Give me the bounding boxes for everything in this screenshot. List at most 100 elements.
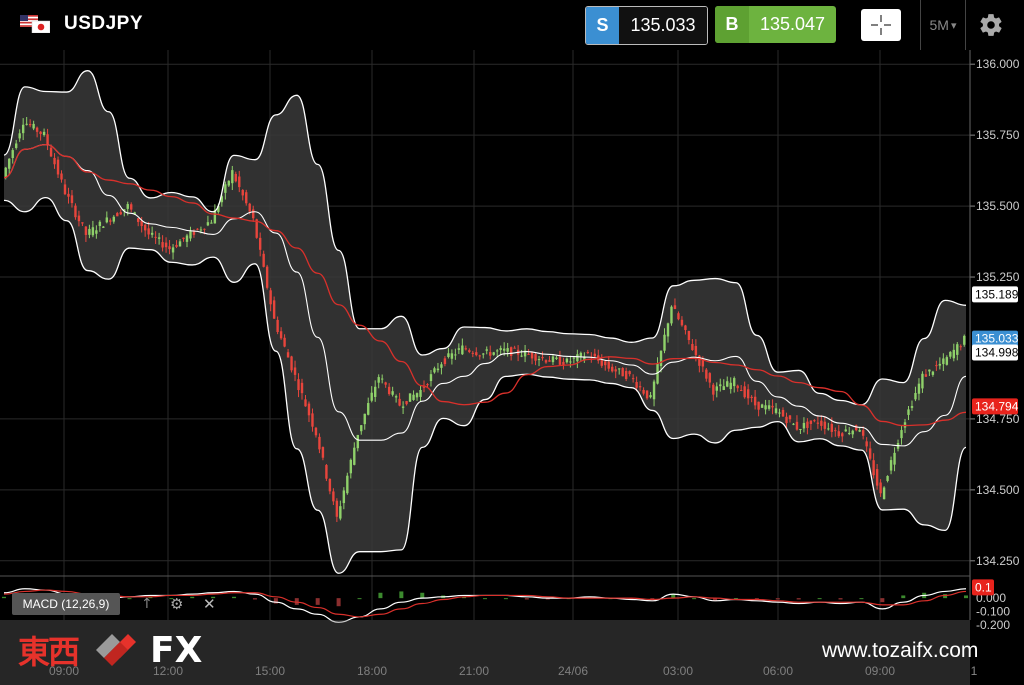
candle-body [827, 428, 830, 430]
macd-histogram-bar [252, 598, 257, 600]
candle-body [719, 384, 722, 387]
candle-body [757, 401, 760, 410]
price-chart[interactable]: 09:00 12:00 15:00 18:00 21:00 24/06 03:00 06:00… [0, 50, 1024, 685]
candle-body [157, 237, 161, 239]
timeframe-dropdown[interactable]: 5M ▾ [920, 0, 966, 50]
macd-histogram-bar [817, 598, 822, 600]
candle-body [509, 347, 513, 356]
macd-histogram-bar [796, 598, 801, 600]
candle-body [809, 420, 813, 424]
candle-body [304, 399, 307, 407]
candle-body [42, 131, 46, 135]
candle-body [109, 220, 112, 222]
candle-body [848, 432, 851, 434]
macd-histogram-bar [2, 596, 6, 599]
candle-body [834, 430, 837, 432]
candle-body [248, 203, 251, 212]
crosshair-button[interactable] [861, 9, 901, 41]
candle-body [353, 447, 356, 465]
candle-body [795, 421, 799, 430]
candle-body [778, 412, 781, 414]
candle-body [750, 396, 753, 399]
candle-body [63, 184, 67, 195]
candle-body [276, 319, 279, 332]
candle-body [733, 378, 736, 387]
macd-histogram-bar [378, 592, 383, 599]
candle-body [293, 367, 297, 375]
sell-button[interactable]: S 135.033 [585, 6, 708, 45]
candle-body [224, 184, 227, 193]
candle-body [21, 124, 25, 134]
candle-body [631, 378, 635, 380]
candle-body [147, 228, 150, 235]
buy-button[interactable]: B 135.047 [715, 6, 836, 43]
y-tick-label: 134.500 [976, 483, 1020, 497]
candle-body [415, 393, 419, 398]
candle-body [537, 359, 541, 361]
candle-body [865, 441, 868, 447]
candle-body [942, 358, 945, 365]
macd-histogram-bar [315, 598, 320, 605]
candle-body [471, 352, 475, 354]
candle-body [265, 266, 269, 288]
candle-body [429, 374, 433, 382]
candle-body [823, 421, 827, 429]
y-tick-label: 134.250 [976, 554, 1020, 568]
candle-body [788, 415, 792, 420]
candle-body [105, 217, 109, 223]
candle-body [461, 345, 464, 355]
macd-histogram-bar [294, 598, 299, 605]
logo-kanji: 東西 [18, 633, 80, 671]
macd-histogram-bar [838, 598, 843, 600]
price-plot-area [0, 50, 970, 575]
candle-body [307, 403, 311, 416]
candle-body [231, 170, 234, 184]
gear-icon[interactable] [978, 12, 1004, 38]
candle-body [206, 222, 210, 226]
close-icon[interactable]: ✕ [203, 595, 216, 613]
candle-body [279, 331, 283, 339]
candle-body [95, 230, 98, 234]
candle-body [572, 357, 576, 359]
candle-body [49, 147, 53, 157]
candle-body [502, 348, 506, 351]
candle-body [551, 356, 555, 363]
candle-body [422, 386, 426, 388]
candle-body [611, 366, 614, 372]
arrow-up-icon[interactable]: ↑ [141, 596, 153, 612]
candle-body [258, 237, 262, 250]
candle-body [722, 386, 725, 390]
candle-body [269, 290, 272, 305]
candle-body [708, 373, 712, 383]
y-tick-label: 136.000 [976, 57, 1020, 71]
x-tick-label: 1 [971, 664, 978, 678]
candle-body [963, 335, 966, 345]
candle-body [879, 482, 882, 494]
candle-body [663, 334, 666, 351]
candle-body [544, 360, 548, 363]
macd-histogram-bar [964, 595, 968, 599]
candle-body [234, 173, 237, 182]
candle-body [346, 475, 349, 494]
macd-histogram-bar [357, 598, 362, 600]
candle-body [398, 398, 401, 406]
candle-body [753, 396, 757, 406]
candle-body [387, 386, 391, 395]
candle-body [802, 422, 806, 429]
candle-body [781, 409, 785, 417]
candle-body [290, 356, 293, 371]
candle-body [286, 352, 290, 358]
site-url: www.tozaifx.com [822, 639, 979, 662]
macd-histogram-bar [775, 598, 780, 600]
candle-body [893, 452, 896, 465]
candle-body [454, 354, 457, 356]
candle-body [949, 351, 952, 357]
candle-body [67, 193, 70, 197]
candle-body [677, 313, 680, 320]
candle-body [447, 353, 450, 357]
candle-body [882, 487, 886, 500]
gear-icon[interactable]: ⚙ [170, 595, 183, 613]
macd-label[interactable]: MACD (12,26,9) [12, 593, 120, 615]
candle-body [931, 371, 935, 375]
macd-histogram-bar [399, 591, 404, 599]
